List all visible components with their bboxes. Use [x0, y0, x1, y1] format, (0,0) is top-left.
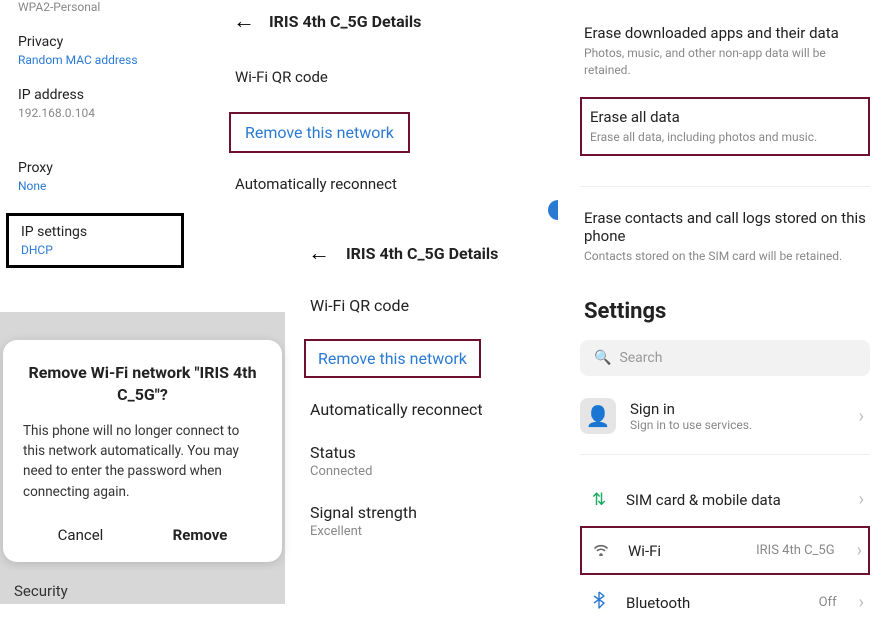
erase-apps-sub: Photos, music, and other non-app data wi… — [584, 45, 866, 79]
search-placeholder: Search — [619, 350, 662, 366]
network-details-title: IRIS 4th C_5G Details — [269, 12, 421, 31]
search-icon: 🔍 — [594, 350, 611, 366]
remove-network-highlight: Remove this network — [229, 112, 410, 153]
sign-in-label: Sign in — [630, 400, 845, 418]
sign-in-sub: Sign in to use services. — [630, 418, 845, 432]
scroll-indicator — [548, 200, 558, 220]
settings-heading: Settings — [584, 299, 870, 324]
wifi-row-highlight: Wi-Fi IRIS 4th C_5G › — [580, 526, 870, 575]
proxy-value: None — [18, 179, 172, 193]
privacy-label: Privacy — [18, 34, 172, 50]
ip-address-label: IP address — [18, 87, 172, 103]
status-value: Connected — [310, 464, 550, 479]
signal-value: Excellent — [310, 524, 550, 539]
wifi-value: IRIS 4th C_5G — [756, 543, 834, 558]
proxy-setting[interactable]: Proxy None — [0, 160, 190, 193]
erase-contacts-item[interactable]: Erase contacts and call logs stored on t… — [580, 209, 870, 265]
cancel-button[interactable]: Cancel — [46, 520, 116, 550]
dialog-body: This phone will no longer connect to thi… — [23, 421, 262, 502]
status-label: Status — [310, 443, 550, 462]
erase-all-label: Erase all data — [590, 108, 860, 126]
wifi-qr-code[interactable]: Wi-Fi QR code — [225, 68, 455, 86]
signal-block: Signal strength Excellent — [300, 503, 550, 539]
privacy-value: Random MAC address — [18, 53, 172, 67]
network-details-title-2: IRIS 4th C_5G Details — [346, 244, 498, 263]
remove-button[interactable]: Remove — [161, 520, 240, 550]
back-arrow-icon-2[interactable]: ← — [308, 240, 330, 266]
bluetooth-icon — [588, 591, 610, 614]
chevron-right-icon: › — [859, 406, 864, 427]
remove-network-dialog: Remove Wi-Fi network "IRIS 4th C_5G"? Th… — [3, 340, 282, 562]
sign-in-row[interactable]: 👤 Sign in Sign in to use services. › — [580, 398, 870, 434]
wifi-label: Wi-Fi — [628, 542, 740, 560]
wifi-row[interactable]: Wi-Fi IRIS 4th C_5G › — [582, 528, 868, 573]
search-input[interactable]: 🔍 Search — [580, 340, 870, 376]
ip-address-setting: IP address 192.168.0.104 — [0, 87, 190, 120]
remove-network-link[interactable]: Remove this network — [245, 123, 394, 142]
sim-row[interactable]: ⇅ SIM card & mobile data › — [580, 477, 870, 522]
bluetooth-label: Bluetooth — [626, 594, 803, 612]
chevron-right-icon: › — [857, 540, 862, 561]
bluetooth-row[interactable]: Bluetooth Off › — [580, 579, 870, 626]
remove-network-highlight-2: Remove this network — [304, 339, 481, 378]
sim-icon: ⇅ — [588, 490, 610, 510]
status-block: Status Connected — [300, 443, 550, 479]
ip-settings-highlight[interactable]: IP settings DHCP — [6, 213, 184, 268]
sim-label: SIM card & mobile data — [626, 491, 843, 509]
erase-all-highlight[interactable]: Erase all data Erase all data, including… — [580, 97, 870, 157]
auto-reconnect-2[interactable]: Automatically reconnect — [300, 400, 550, 419]
wifi-icon — [590, 541, 612, 561]
privacy-setting[interactable]: Privacy Random MAC address — [0, 34, 190, 67]
security-value: WPA2-Personal — [18, 0, 172, 14]
auto-reconnect[interactable]: Automatically reconnect — [225, 175, 455, 193]
erase-contacts-sub: Contacts stored on the SIM card will be … — [584, 248, 866, 265]
divider-2 — [580, 454, 870, 455]
ip-settings-value: DHCP — [21, 243, 169, 257]
back-arrow-icon[interactable]: ← — [233, 8, 255, 34]
erase-all-sub: Erase all data, including photos and mus… — [590, 129, 860, 146]
ip-address-value: 192.168.0.104 — [18, 106, 172, 120]
ip-settings-label: IP settings — [21, 224, 169, 240]
divider — [580, 186, 870, 187]
erase-apps-label: Erase downloaded apps and their data — [584, 24, 866, 42]
erase-apps-item[interactable]: Erase downloaded apps and their data Pho… — [580, 24, 870, 79]
signal-label: Signal strength — [310, 503, 550, 522]
security-row[interactable]: Security — [0, 570, 285, 604]
proxy-label: Proxy — [18, 160, 172, 176]
chevron-right-icon: › — [859, 489, 864, 510]
wifi-qr-code-2[interactable]: Wi-Fi QR code — [300, 296, 550, 315]
remove-network-link-2[interactable]: Remove this network — [318, 349, 467, 368]
chevron-right-icon: › — [859, 592, 864, 613]
avatar-icon: 👤 — [580, 398, 616, 434]
dialog-title: Remove Wi-Fi network "IRIS 4th C_5G"? — [23, 362, 262, 407]
bluetooth-value: Off — [819, 595, 837, 610]
erase-contacts-label: Erase contacts and call logs stored on t… — [584, 209, 866, 245]
